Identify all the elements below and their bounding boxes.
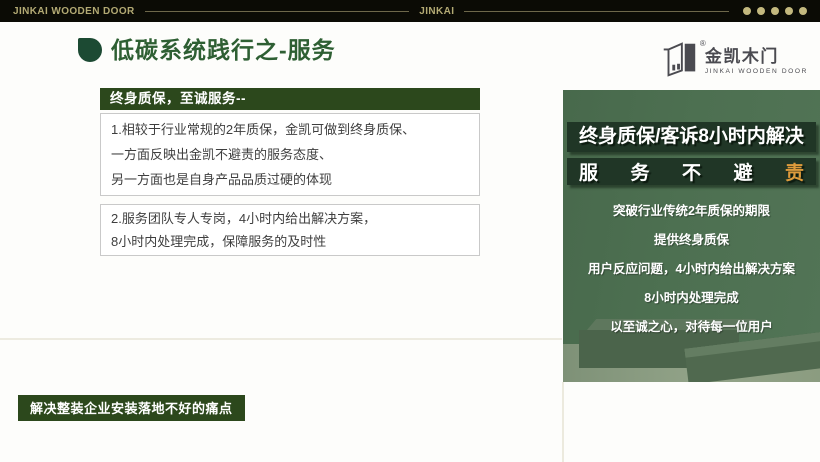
dot-icon xyxy=(799,7,807,15)
panel-body-line: 突破行业传统2年质保的期限 xyxy=(563,197,820,226)
dot-icon xyxy=(785,7,793,15)
service-promise-panel: 终身质保/客诉8小时内解决 服 务 不 避 责 突破行业传统2年质保的期限 提供… xyxy=(563,90,820,382)
panel-body-line: 以至诚之心，对待每一位用户 xyxy=(563,313,820,342)
page-title: 低碳系统践行之-服务 xyxy=(111,39,336,62)
section-header-bar: 终身质保，至诚服务-- xyxy=(100,88,480,110)
slogan-char: 避 xyxy=(733,158,752,185)
panel-body-line: 8小时内处理完成 xyxy=(563,284,820,313)
logo-subtitle: JINKAI WOODEN DOOR xyxy=(705,68,808,75)
dot-icon xyxy=(743,7,751,15)
dots-decoration xyxy=(743,7,807,15)
panel-body-line: 用户反应问题，4小时内给出解决方案 xyxy=(563,255,820,284)
logo-name: 金凯木门 xyxy=(705,48,808,65)
dot-icon xyxy=(757,7,765,15)
box2-line: 8小时内处理完成，保障服务的及时性 xyxy=(111,230,469,253)
divider-line xyxy=(0,338,562,340)
slogan-char: 服 xyxy=(579,158,598,185)
leaf-dot-icon xyxy=(78,38,102,62)
service-point-box-2: 2.服务团队专人专岗，4小时内给出解决方案， 8小时内处理完成，保障服务的及时性 xyxy=(100,204,480,256)
top-banner: JINKAI WOODEN DOOR JINKAI xyxy=(0,0,820,22)
panel-headline: 终身质保/客诉8小时内解决 xyxy=(567,122,816,152)
slogan-char-accent: 责 xyxy=(785,158,804,185)
divider-line xyxy=(562,382,564,462)
footer-badge: 解决整装企业安装落地不好的痛点 xyxy=(18,395,245,421)
divider-line xyxy=(145,11,410,12)
topbar-brand-left: JINKAI WOODEN DOOR xyxy=(13,6,135,17)
service-point-box-1: 1.相较于行业常规的2年质保，金凯可做到终身质保、 一方面反映出金凯不避责的服务… xyxy=(100,113,480,196)
slogan-char: 不 xyxy=(682,158,701,185)
box1-line: 1.相较于行业常规的2年质保，金凯可做到终身质保、 xyxy=(111,117,469,142)
panel-slogan: 服 务 不 避 责 xyxy=(567,158,816,185)
door-logo-icon xyxy=(658,40,700,78)
panel-body-line: 提供终身质保 xyxy=(563,226,820,255)
registered-mark: ® xyxy=(700,39,706,48)
logo-text: 金凯木门 JINKAI WOODEN DOOR xyxy=(705,44,808,75)
box1-line: 另一方面也是自身产品品质过硬的体现 xyxy=(111,167,469,192)
presentation-slide: JINKAI WOODEN DOOR JINKAI 低碳系统践行之-服务 ® 金… xyxy=(0,0,820,462)
slogan-char: 务 xyxy=(630,158,649,185)
title-row: 低碳系统践行之-服务 xyxy=(78,38,336,62)
divider-line xyxy=(464,11,729,12)
topbar-brand-center: JINKAI xyxy=(419,6,454,17)
dot-icon xyxy=(771,7,779,15)
left-content-column: 终身质保，至诚服务-- 1.相较于行业常规的2年质保，金凯可做到终身质保、 一方… xyxy=(100,88,480,256)
box1-line: 一方面反映出金凯不避责的服务态度、 xyxy=(111,142,469,167)
box2-line: 2.服务团队专人专岗，4小时内给出解决方案， xyxy=(111,207,469,230)
panel-body: 突破行业传统2年质保的期限 提供终身质保 用户反应问题，4小时内给出解决方案 8… xyxy=(563,197,820,342)
company-logo: ® 金凯木门 JINKAI WOODEN DOOR xyxy=(658,40,808,78)
